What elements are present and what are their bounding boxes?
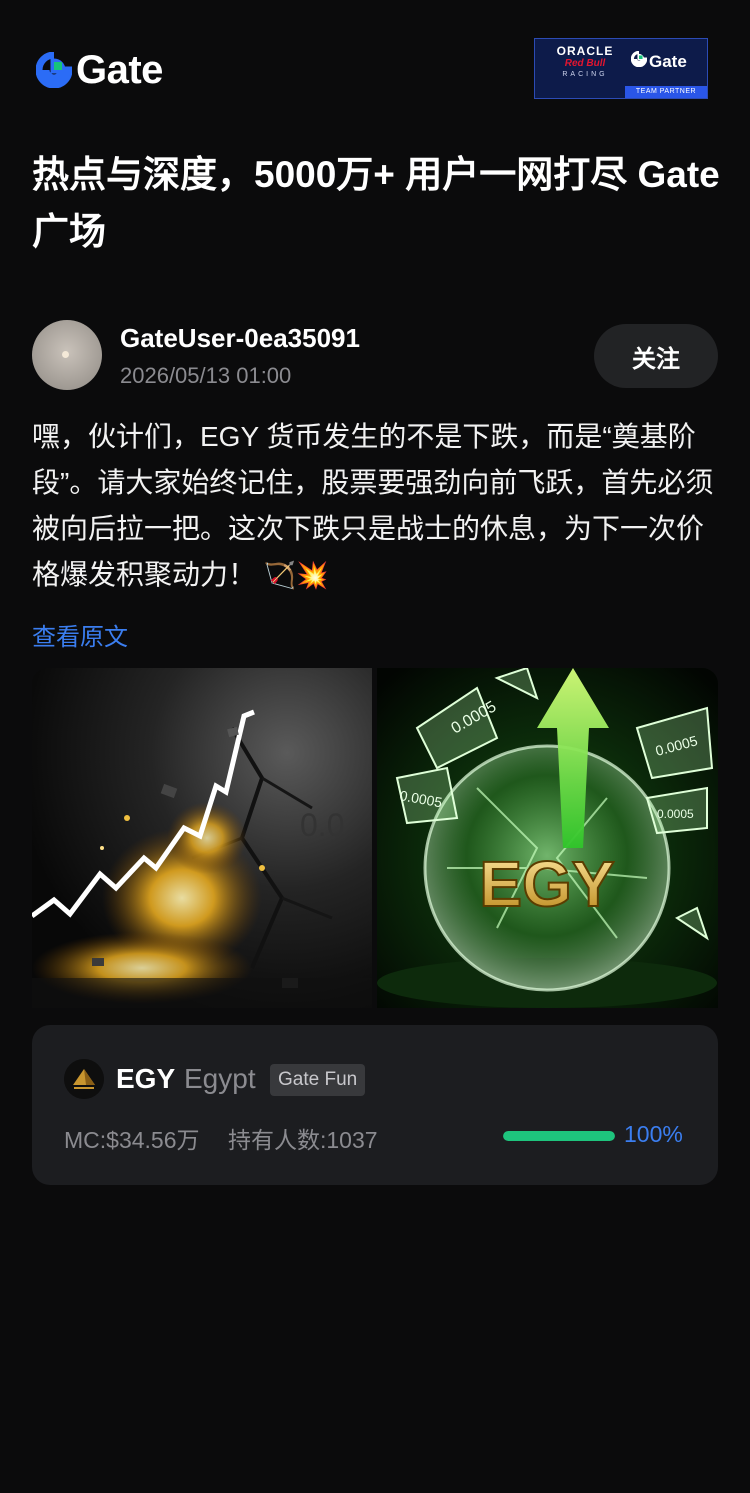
header: Gate ORACLE Red Bull RACING Gate TEAM PA…	[0, 0, 750, 130]
post-image-chart[interactable]: 0.0	[32, 668, 372, 1008]
post-image-egy-orb[interactable]: EGY 0.0005 0.0005 0.0005 0.0005	[377, 668, 718, 1008]
oracle-text: ORACLE	[556, 44, 614, 58]
bonding-progress-label: 100%	[624, 1121, 683, 1147]
partner-gate-logo: Gate	[630, 50, 687, 72]
post-text: 嘿，伙计们，EGY 货币发生的不是下跌，而是“奠基阶段”。请大家始终记住，股票要…	[32, 421, 714, 590]
image1-label: 0.0	[300, 807, 344, 843]
oracle-redbull-logo: ORACLE Red Bull RACING	[543, 45, 627, 80]
token-card[interactable]: EGY Egypt Gate Fun MC:$34.56万 持有人数:1037 …	[32, 1025, 718, 1185]
gate-mini-icon	[630, 50, 648, 72]
token-name: Egypt	[184, 1063, 256, 1094]
page-headline: 热点与深度，5000万+ 用户一网打尽 Gate 广场	[32, 154, 720, 252]
author-name[interactable]: GateUser-0ea35091	[120, 323, 360, 354]
image2-egy-label: EGY	[479, 848, 614, 920]
follow-button[interactable]: 关注	[594, 324, 718, 388]
egy-token-icon	[64, 1059, 104, 1099]
market-cap: MC:$34.56万	[64, 1127, 200, 1153]
token-platform-badge: Gate Fun	[270, 1064, 366, 1096]
holder-count: 持有人数:1037	[228, 1127, 378, 1153]
bonding-progress-fill	[503, 1131, 615, 1141]
token-symbol: EGY	[116, 1063, 176, 1094]
gate-logo-icon	[35, 51, 73, 89]
shard-label-4: 0.0005	[657, 807, 694, 821]
author-row: GateUser-0ea35091 2026/05/13 01:00 关注	[32, 320, 718, 392]
brand-name: Gate	[76, 48, 163, 92]
partner-gate-text: Gate	[649, 51, 687, 71]
avatar[interactable]	[32, 320, 102, 390]
post-body: 嘿，伙计们，EGY 货币发生的不是下跌，而是“奠基阶段”。请大家始终记住，股票要…	[32, 414, 718, 598]
partner-banner[interactable]: ORACLE Red Bull RACING Gate TEAM PARTNER	[534, 38, 708, 99]
bow-explosion-emoji: 🏹💥	[263, 560, 329, 590]
gate-logo[interactable]: Gate	[35, 48, 163, 92]
racing-text: RACING	[562, 71, 608, 78]
post-time: 2026/05/13 01:00	[120, 363, 292, 388]
team-partner-label: TEAM PARTNER	[625, 86, 707, 98]
redbull-text: Red Bull	[564, 58, 606, 69]
view-original-link[interactable]: 查看原文	[32, 617, 128, 652]
bonding-progress-bar	[503, 1131, 615, 1141]
